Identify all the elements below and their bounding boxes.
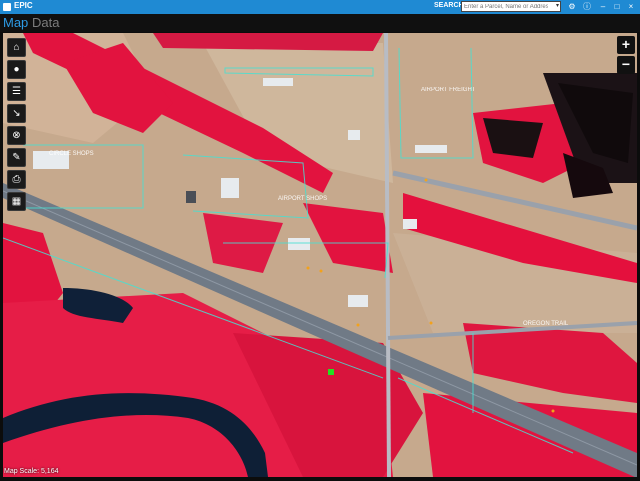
clear-icon[interactable]: ⊗ (7, 126, 26, 145)
draw-icon[interactable]: ✎ (7, 148, 26, 167)
search-box[interactable]: ▾ (461, 1, 561, 12)
nav-bar: Map Data (0, 14, 640, 32)
tab-data[interactable]: Data (32, 14, 59, 32)
zoom-controls: + − (617, 36, 635, 76)
minimize-icon[interactable]: – (598, 2, 608, 12)
tab-map[interactable]: Map (3, 14, 28, 32)
app-title: EPIC (14, 1, 33, 10)
zoom-in-button[interactable]: + (617, 36, 635, 54)
layers-list-icon[interactable]: ☰ (7, 82, 26, 101)
footer (0, 477, 640, 481)
maximize-icon[interactable]: □ (612, 2, 622, 12)
map-pin-icon[interactable]: ● (7, 60, 26, 79)
search-input[interactable] (464, 2, 548, 11)
app-logo-icon (3, 3, 11, 11)
basemap-grid-icon[interactable]: ▦ (7, 192, 26, 211)
map-label-circle-shops: CIRCLE SHOPS (49, 151, 94, 157)
map-label-oregon-trail: OREGON TRAIL (523, 321, 569, 327)
settings-icon[interactable]: ⚙ (567, 2, 577, 12)
map-view[interactable]: CIRCLE SHOPS AIRPORT FREIGHT AIRPORT SHO… (3, 33, 637, 477)
map-label-airport-freight: AIRPORT FREIGHT (421, 87, 476, 93)
measure-icon[interactable]: ↘ (7, 104, 26, 123)
map-toolbar: ⌂ ● ☰ ↘ ⊗ ✎ ⎙ ▦ (7, 38, 26, 214)
map-label-airport-shops: AIRPORT SHOPS (278, 196, 327, 202)
title-bar: EPIC SEARCH: ▾ ⚙ ⓘ – □ × (0, 0, 640, 14)
info-icon[interactable]: ⓘ (582, 2, 592, 12)
home-icon[interactable]: ⌂ (7, 38, 26, 57)
aerial-imagery: CIRCLE SHOPS AIRPORT FREIGHT AIRPORT SHO… (3, 33, 637, 477)
zoom-out-button[interactable]: − (617, 56, 635, 74)
print-icon[interactable]: ⎙ (7, 170, 26, 189)
close-icon[interactable]: × (626, 2, 636, 12)
chevron-down-icon[interactable]: ▾ (556, 2, 559, 9)
map-scale: Map Scale: 5,164 (4, 468, 59, 475)
